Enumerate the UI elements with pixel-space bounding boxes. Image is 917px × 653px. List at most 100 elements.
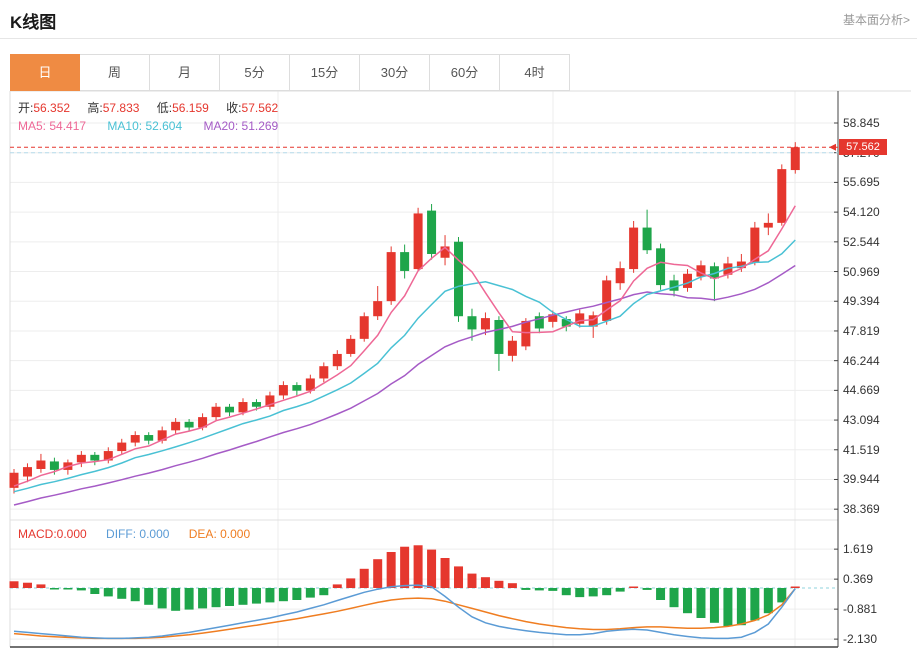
tab-period-5[interactable]: 30分 — [360, 54, 430, 91]
candle-body — [50, 461, 59, 469]
macd-histogram-bar — [185, 588, 194, 610]
macd-histogram-bar — [373, 559, 382, 588]
price-axis-tick-label: 46.244 — [843, 354, 880, 368]
candle-body — [131, 435, 140, 443]
macd-histogram-bar — [90, 588, 99, 594]
macd-histogram-bar — [723, 588, 732, 626]
candle-body — [602, 280, 611, 321]
macd-histogram-bar — [589, 588, 598, 596]
macd-histogram-bar — [36, 584, 45, 588]
macd-histogram-bar — [562, 588, 571, 595]
ma20-value: MA20: 51.269 — [203, 119, 278, 133]
macd-axis-tick-label: 0.369 — [843, 572, 873, 586]
macd-axis-tick-label: 1.619 — [843, 542, 873, 556]
candle-body — [616, 268, 625, 283]
candle-body — [400, 252, 409, 271]
macd-histogram-bar — [387, 552, 396, 588]
candle-body — [764, 223, 773, 228]
price-axis-tick-label: 47.819 — [843, 324, 880, 338]
candle-body — [481, 318, 490, 329]
macd-histogram-bar — [696, 588, 705, 618]
price-axis-tick-label: 54.120 — [843, 205, 880, 219]
candle-body — [292, 385, 301, 391]
price-axis-tick-label: 44.669 — [843, 383, 880, 397]
macd-histogram-bar — [414, 545, 423, 588]
price-axis-tick-label: 52.544 — [843, 235, 880, 249]
macd-histogram-bar — [764, 588, 773, 613]
ohlc-info-bar: 开:56.352 高:57.833 低:56.159 收:57.562 — [18, 99, 292, 116]
macd-histogram-bar — [319, 588, 328, 595]
macd-histogram-bar — [602, 588, 611, 595]
macd-histogram-bar — [360, 569, 369, 588]
tab-period-6[interactable]: 60分 — [430, 54, 500, 91]
macd-histogram-bar — [292, 588, 301, 600]
candle-body — [656, 248, 665, 285]
tab-period-0[interactable]: 日 — [10, 54, 80, 91]
macd-histogram-bar — [750, 588, 759, 620]
candle-body — [144, 435, 153, 441]
macd-histogram-bar — [252, 588, 261, 604]
price-axis-tick-label: 38.369 — [843, 502, 880, 516]
current-price-arrow — [829, 144, 836, 151]
tab-period-2[interactable]: 月 — [150, 54, 220, 91]
macd-histogram-bar — [481, 577, 490, 588]
chart-canvas[interactable] — [0, 0, 917, 653]
low-value: 低:56.159 — [157, 101, 209, 115]
candle-body — [117, 443, 126, 451]
macd-histogram-bar — [104, 588, 113, 596]
candle-body — [319, 366, 328, 378]
candle-body — [36, 460, 45, 468]
price-axis-tick-label: 43.094 — [843, 413, 880, 427]
tab-period-4[interactable]: 15分 — [290, 54, 360, 91]
diff-value: DIFF: 0.000 — [106, 527, 169, 541]
macd-histogram-bar — [10, 581, 19, 588]
macd-histogram-bar — [710, 588, 719, 623]
macd-histogram-bar — [171, 588, 180, 611]
candle-body — [494, 320, 503, 354]
macd-histogram-bar — [683, 588, 692, 613]
current-price-badge: 57.562 — [839, 139, 887, 155]
tab-period-7[interactable]: 4时 — [500, 54, 570, 91]
macd-histogram-bar — [441, 558, 450, 588]
candle-body — [252, 402, 261, 407]
candle-body — [185, 422, 194, 428]
candle-body — [333, 354, 342, 366]
macd-histogram-bar — [656, 588, 665, 600]
macd-histogram-bar — [50, 588, 59, 590]
macd-histogram-bar — [575, 588, 584, 597]
macd-histogram-bar — [333, 584, 342, 588]
macd-histogram-bar — [265, 588, 274, 602]
macd-histogram-bar — [238, 588, 247, 605]
open-value: 开:56.352 — [18, 101, 70, 115]
macd-histogram-bar — [616, 588, 625, 592]
macd-histogram-bar — [279, 588, 288, 601]
candle-body — [629, 228, 638, 269]
macd-histogram-bar — [225, 588, 234, 606]
macd-histogram-bar — [535, 588, 544, 590]
ma5-value: MA5: 54.417 — [18, 119, 86, 133]
candle-body — [521, 321, 530, 346]
macd-histogram-bar — [467, 574, 476, 588]
macd-histogram-bar — [23, 583, 32, 588]
candle-body — [387, 252, 396, 301]
candle-body — [454, 242, 463, 316]
macd-histogram-bar — [643, 588, 652, 590]
ma10-value: MA10: 52.604 — [107, 119, 182, 133]
price-axis-tick-label: 55.695 — [843, 175, 880, 189]
candle-body — [791, 147, 800, 170]
kline-page: K线图 基本面分析> 日周月5分15分30分60分4时 开:56.352 高:5… — [0, 0, 917, 653]
candle-body — [777, 169, 786, 223]
candle-body — [23, 467, 32, 476]
macd-value: MACD:0.000 — [18, 527, 87, 541]
candle-body — [508, 341, 517, 356]
macd-histogram-bar — [117, 588, 126, 599]
high-value: 高:57.833 — [87, 101, 139, 115]
candle-body — [90, 455, 99, 461]
tab-period-3[interactable]: 5分 — [220, 54, 290, 91]
tab-period-1[interactable]: 周 — [80, 54, 150, 91]
dea-value: DEA: 0.000 — [189, 527, 250, 541]
macd-axis-tick-label: -0.881 — [843, 602, 877, 616]
price-axis-tick-label: 41.519 — [843, 443, 880, 457]
close-value: 收:57.562 — [226, 101, 278, 115]
ma-info-bar: MA5: 54.417 MA10: 52.604 MA20: 51.269 — [18, 119, 296, 133]
